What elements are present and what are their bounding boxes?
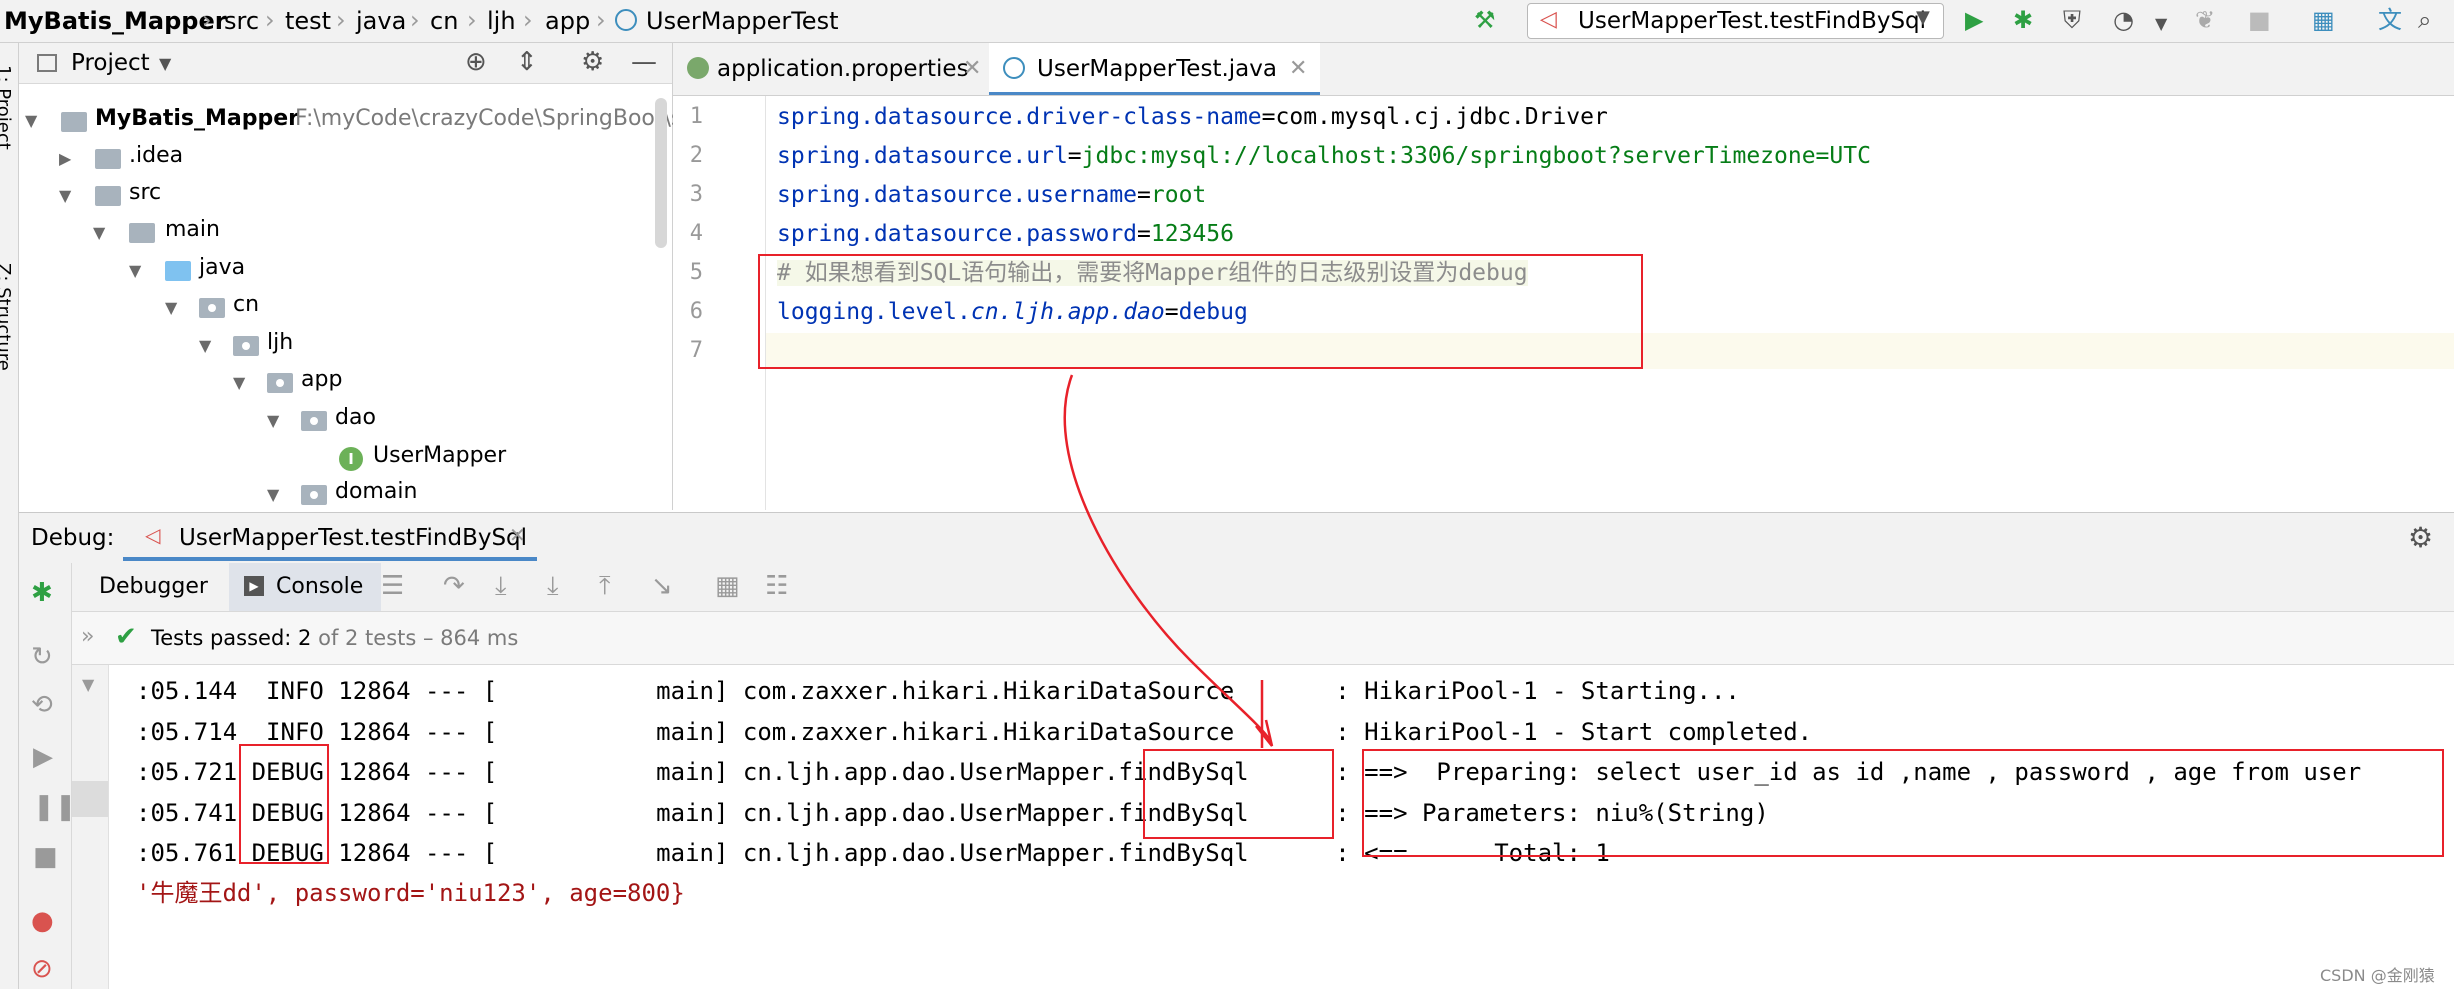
watermark: CSDN @金刚猿: [2320, 966, 2435, 985]
annotation-arrow-curve: [1063, 374, 1272, 741]
annotation-arrows: [1063, 374, 1274, 748]
